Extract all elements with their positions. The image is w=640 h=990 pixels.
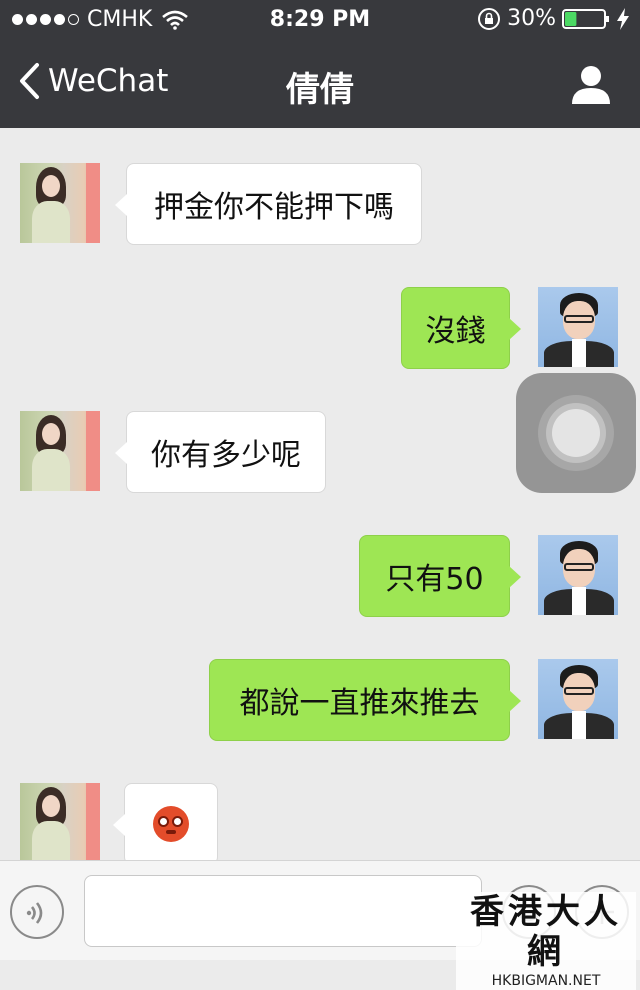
message-text: 只有50 <box>385 562 484 597</box>
watermark-url: HKBIGMAN.NET <box>491 973 601 989</box>
message-bubble[interactable]: 你有多少呢 <box>115 411 326 493</box>
my-avatar[interactable] <box>538 659 618 739</box>
nav-bar: WeChat 倩倩 <box>0 40 640 128</box>
battery-icon <box>562 8 609 29</box>
message-text: 沒錢 <box>425 314 486 349</box>
rotation-lock-icon <box>478 7 501 30</box>
watermark: 香港大人網 HKBIGMAN.NET <box>456 892 636 990</box>
chat-title: 倩倩 <box>286 70 354 110</box>
watermark-title: 香港大人網 <box>470 892 622 972</box>
my-avatar[interactable] <box>538 287 618 367</box>
message-text: 你有多少呢 <box>151 438 301 473</box>
bolt-icon <box>617 7 629 30</box>
contact-avatar[interactable] <box>20 783 100 860</box>
message-bubble[interactable]: 都說一直推來推去 <box>209 659 521 741</box>
assistive-touch-button[interactable] <box>516 373 636 493</box>
message-bubble[interactable]: 押金你不能押下嗎 <box>115 163 422 245</box>
contact-avatar[interactable] <box>20 163 100 243</box>
contact-avatar[interactable] <box>20 411 100 491</box>
status-right: 30% <box>477 6 630 31</box>
header: CMHK 8:29 PM 30% WeChat 倩倩 <box>0 0 640 128</box>
message-bubble[interactable]: 沒錢 <box>401 287 521 369</box>
message-bubble[interactable] <box>113 783 218 860</box>
status-bar: CMHK 8:29 PM 30% <box>0 0 640 40</box>
message-input[interactable] <box>84 875 482 947</box>
message-text: 都說一直推來推去 <box>239 686 480 721</box>
my-avatar[interactable] <box>538 535 618 615</box>
flushed-face-emoji-icon <box>153 806 189 842</box>
voice-icon <box>26 902 43 924</box>
chat-area[interactable]: 押金你不能押下嗎 沒錢 你有多少呢 只有50 都說一直推來推去 <box>0 128 640 860</box>
voice-button[interactable] <box>10 885 64 939</box>
message-text: 押金你不能押下嗎 <box>154 190 394 225</box>
battery-percent: 30% <box>507 6 556 31</box>
person-icon[interactable] <box>570 64 612 104</box>
message-bubble[interactable]: 只有50 <box>359 535 521 617</box>
